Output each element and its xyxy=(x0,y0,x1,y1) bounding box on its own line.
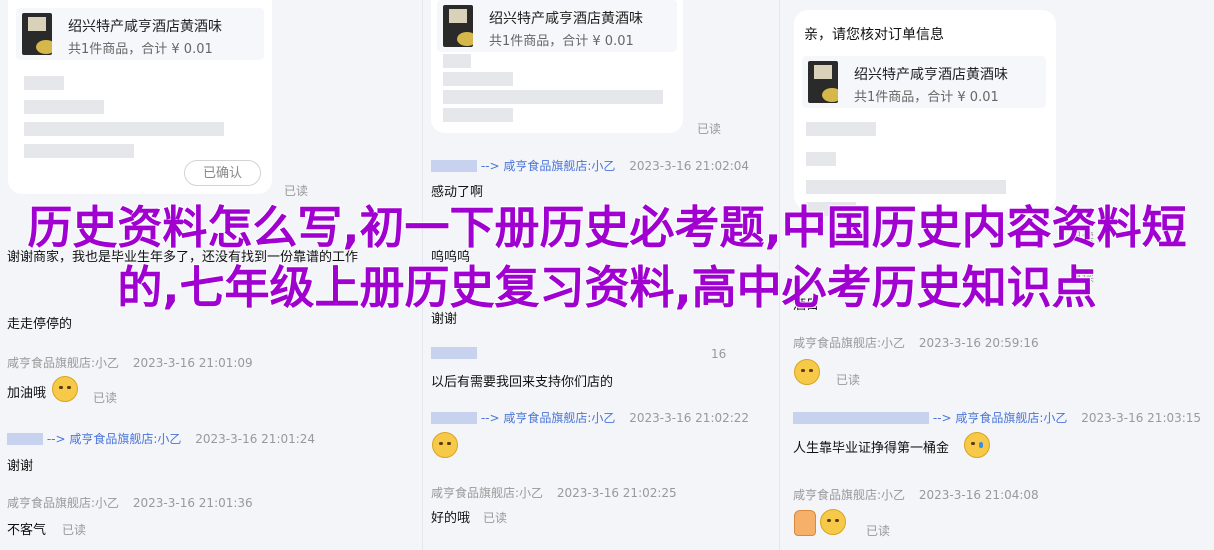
read-status: 已读 xyxy=(836,373,861,387)
message-header: --> 咸亨食品旗舰店:小乙 2023-3-16 21:02:22 xyxy=(431,409,749,426)
redacted-text xyxy=(806,180,1006,194)
product-name: 绍兴特产咸亨酒店黄酒味 xyxy=(489,11,643,27)
product-thumbnail xyxy=(443,5,473,47)
redacted-text xyxy=(806,152,836,166)
product-info: 共1件商品，合计 ¥ 0.01 xyxy=(489,34,634,49)
product-row[interactable]: 绍兴特产咸亨酒店黄酒味 共1件商品，合计 ¥ 0.01 xyxy=(437,0,677,52)
message-time: 2023-3-16 20:59:16 xyxy=(918,336,1039,350)
message-time: 2023-3-16 21:01:24 xyxy=(195,432,316,446)
redacted-username xyxy=(431,160,477,172)
redacted-username xyxy=(431,347,477,359)
sender-name: 咸亨食品旗舰店:小乙 xyxy=(431,486,544,500)
sender-name: 咸亨食品旗舰店:小乙 xyxy=(7,356,120,370)
target-name: 咸亨食品旗舰店:小乙 xyxy=(503,159,616,173)
redacted-text xyxy=(24,122,224,136)
product-thumbnail xyxy=(808,61,838,103)
redacted-username xyxy=(793,412,929,424)
sender-name: 咸亨食品旗舰店:小乙 xyxy=(793,336,906,350)
redacted-username xyxy=(7,433,43,445)
message-header: --> 咸亨食品旗舰店:小乙 2023-3-16 21:02:04 xyxy=(431,157,749,174)
product-name: 绍兴特产咸亨酒店黄酒味 xyxy=(68,19,222,35)
target-name: 咸亨食品旗舰店:小乙 xyxy=(955,411,1068,425)
overlay-title: 历史资料怎么写,初一下册历史必考题,中国历史内容资料短的,七年级上册历史复习资料… xyxy=(26,200,1187,315)
product-thumbnail xyxy=(22,13,52,55)
redacted-text xyxy=(443,90,663,104)
emoji-icon xyxy=(52,376,78,402)
message-text: 加油哦 xyxy=(7,386,47,401)
message-header: 咸亨食品旗舰店:小乙 2023-3-16 20:59:16 xyxy=(793,334,1039,351)
message-header: 咸亨食品旗舰店:小乙 2023-3-16 21:01:09 xyxy=(7,354,253,371)
read-status: 已读 xyxy=(284,184,309,198)
order-card[interactable]: 绍兴特产咸亨酒店黄酒味 共1件商品，合计 ¥ 0.01 已确认 xyxy=(8,0,272,194)
redacted-text xyxy=(443,54,471,68)
read-status: 已读 xyxy=(93,391,118,405)
read-status: 已读 xyxy=(483,511,508,525)
message-time: 16 xyxy=(711,347,727,361)
redacted-text xyxy=(806,122,876,136)
message-time: 2023-3-16 21:02:22 xyxy=(629,411,750,425)
message-time: 2023-3-16 21:01:09 xyxy=(132,356,253,370)
message-header: 咸亨食品旗舰店:小乙 2023-3-16 21:02:25 xyxy=(431,484,677,501)
redacted-text xyxy=(443,108,513,122)
target-name: 咸亨食品旗舰店:小乙 xyxy=(503,411,616,425)
arrow-label: --> xyxy=(932,411,952,425)
emoji-icon xyxy=(432,432,458,458)
confirmed-button[interactable]: 已确认 xyxy=(184,160,262,186)
product-row[interactable]: 绍兴特产咸亨酒店黄酒味 共1件商品，合计 ¥ 0.01 xyxy=(16,8,264,60)
redacted-username xyxy=(431,412,477,424)
arrow-label: --> xyxy=(480,411,500,425)
message-header: --> 咸亨食品旗舰店:小乙 2023-3-16 21:03:15 xyxy=(793,409,1201,426)
read-status: 已读 xyxy=(866,524,891,538)
arrow-label: --> xyxy=(480,159,500,173)
message-time: 2023-3-16 21:04:08 xyxy=(918,488,1039,502)
message-header: 咸亨食品旗舰店:小乙 2023-3-16 21:01:36 xyxy=(7,494,253,511)
message-header: --> 咸亨食品旗舰店:小乙 2023-3-16 21:01:24 xyxy=(7,430,315,447)
arrow-label: --> xyxy=(46,432,66,446)
emoji-icon xyxy=(794,359,820,385)
order-card[interactable]: 亲，请您核对订单信息 绍兴特产咸亨酒店黄酒味 共1件商品，合计 ¥ 0.01 xyxy=(794,10,1056,216)
redacted-text xyxy=(24,100,104,114)
target-name: 咸亨食品旗舰店:小乙 xyxy=(69,432,182,446)
card-header: 亲，请您核对订单信息 xyxy=(804,27,944,43)
message-text: 好的哦 xyxy=(431,511,471,526)
redacted-text xyxy=(443,72,513,86)
message-text: 谢谢 xyxy=(7,459,34,474)
message-text: 人生靠毕业证挣得第一桶金 xyxy=(793,441,950,456)
crying-emoji-icon xyxy=(964,432,990,458)
redacted-text xyxy=(24,144,134,158)
message-header: 咸亨食品旗舰店:小乙 2023-3-16 21:04:08 xyxy=(793,486,1039,503)
sender-name: 咸亨食品旗舰店:小乙 xyxy=(7,496,120,510)
sender-name: 咸亨食品旗舰店:小乙 xyxy=(793,488,906,502)
read-status: 已读 xyxy=(62,523,87,537)
product-info: 共1件商品，合计 ¥ 0.01 xyxy=(68,42,213,57)
order-card[interactable]: 绍兴特产咸亨酒店黄酒味 共1件商品，合计 ¥ 0.01 xyxy=(431,0,683,133)
product-row[interactable]: 绍兴特产咸亨酒店黄酒味 共1件商品，合计 ¥ 0.01 xyxy=(802,56,1046,108)
message-text: 不客气 xyxy=(7,523,47,538)
message-time: 2023-3-16 21:02:04 xyxy=(629,159,750,173)
thumbs-up-icon xyxy=(794,510,816,536)
message-time: 2023-3-16 21:01:36 xyxy=(132,496,253,510)
read-status: 已读 xyxy=(697,122,722,136)
message-time: 2023-3-16 21:02:25 xyxy=(556,486,677,500)
message-time: 2023-3-16 21:03:15 xyxy=(1081,411,1202,425)
product-info: 共1件商品，合计 ¥ 0.01 xyxy=(854,90,999,105)
message-text: 以后有需要我回来支持你们店的 xyxy=(431,375,614,390)
redacted-text xyxy=(24,76,64,90)
product-name: 绍兴特产咸亨酒店黄酒味 xyxy=(854,67,1008,83)
emoji-icon xyxy=(820,509,846,535)
